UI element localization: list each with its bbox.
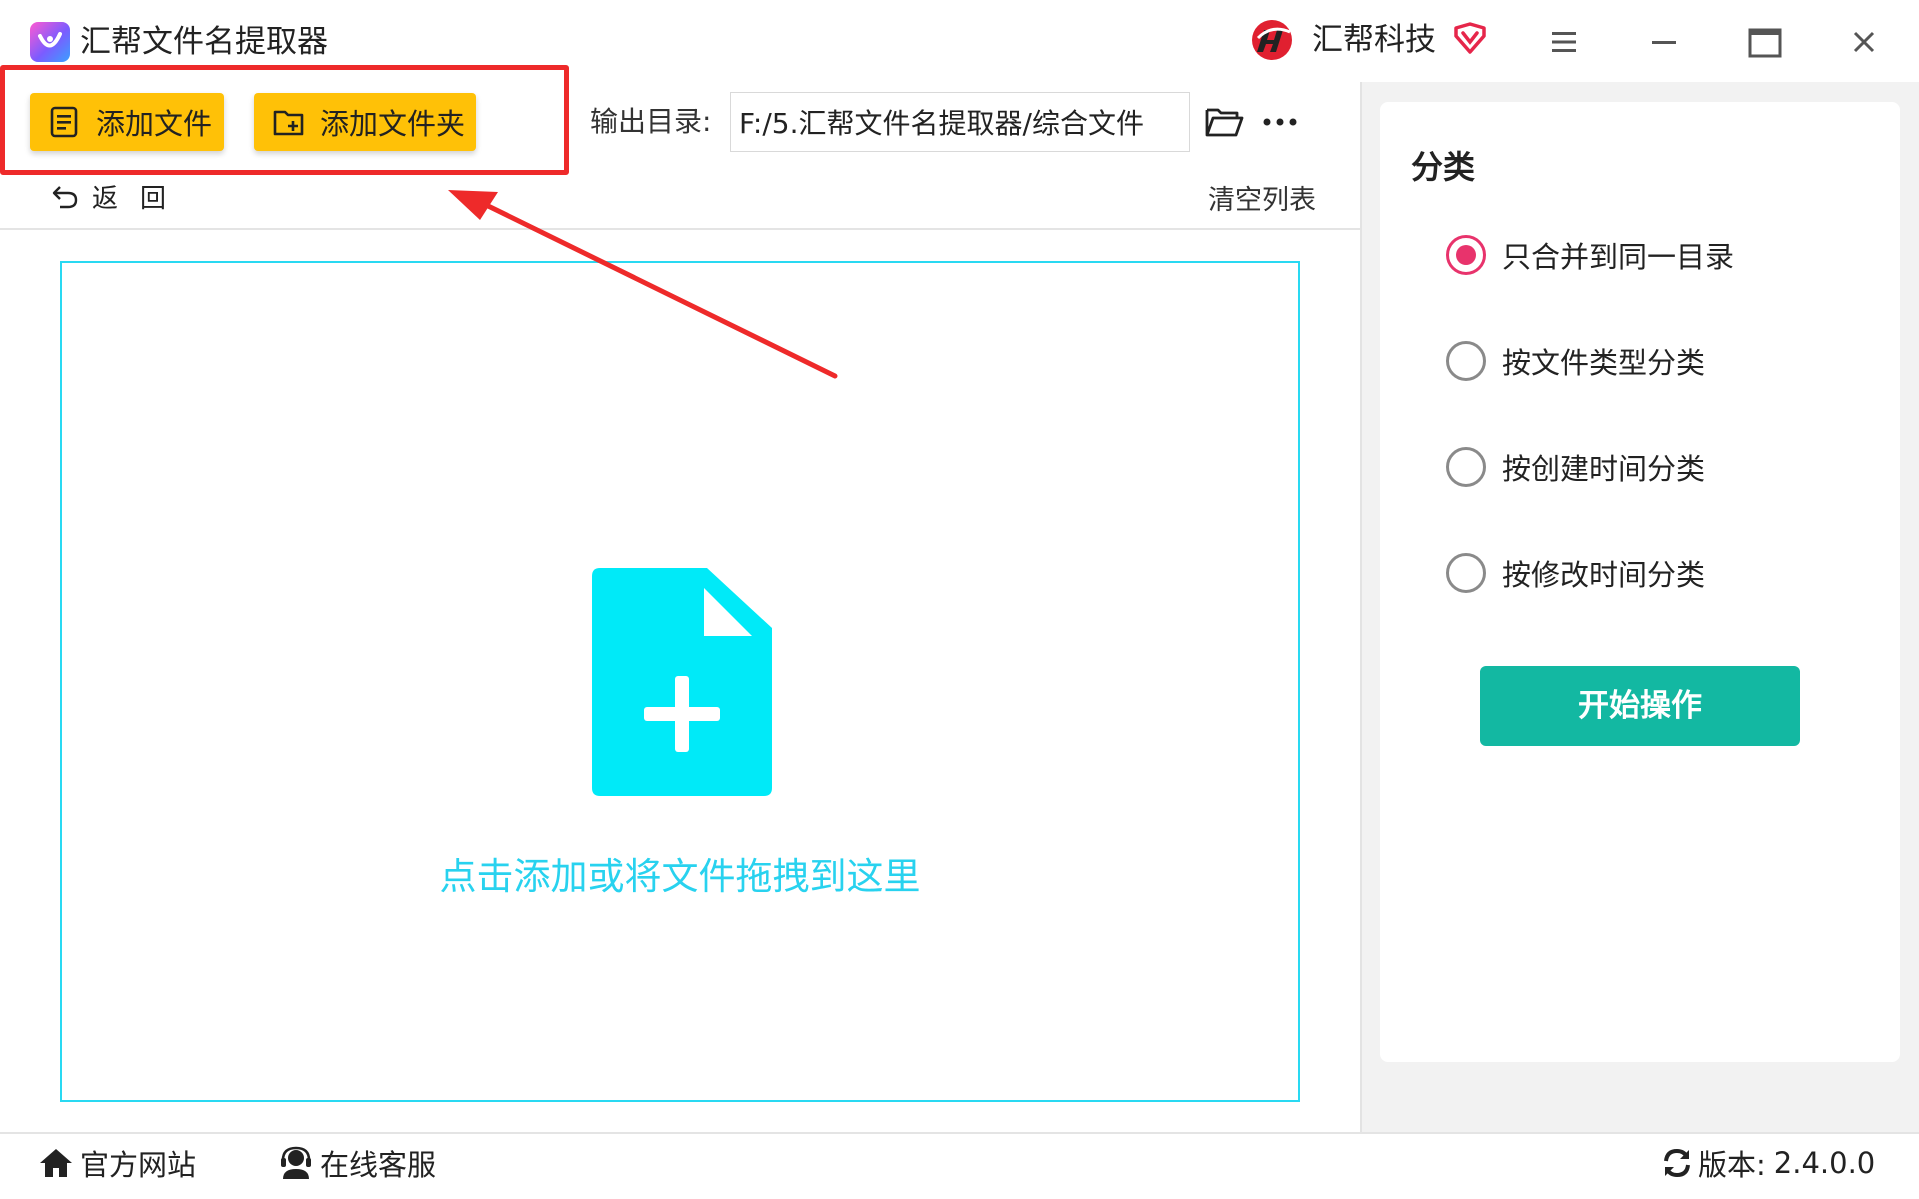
add-folder-button[interactable]: 添加文件夹 [254, 93, 476, 151]
maximize-icon[interactable] [1742, 20, 1786, 64]
add-file-button[interactable]: 添加文件 [30, 93, 224, 151]
version-info: 版本: 2.4.0.0 [1660, 1142, 1875, 1184]
radio-button[interactable] [1446, 553, 1486, 593]
back-label: 返回 [92, 184, 189, 214]
radio-label: 按文件类型分类 [1502, 346, 1706, 380]
file-drop-zone[interactable]: 点击添加或将文件拖拽到这里 [60, 261, 1300, 1102]
drop-zone-hint: 点击添加或将文件拖拽到这里 [439, 855, 921, 898]
online-support-label: 在线客服 [320, 1148, 437, 1182]
close-icon[interactable] [1842, 20, 1886, 64]
official-website-link[interactable]: 官方网站 [38, 1142, 196, 1184]
official-website-label: 官方网站 [80, 1148, 197, 1182]
radio-button[interactable] [1446, 235, 1486, 275]
radio-option-by-modified-time[interactable]: 按修改时间分类 [1446, 552, 1705, 594]
menu-icon[interactable] [1542, 20, 1586, 64]
folder-open-icon[interactable] [1204, 104, 1244, 140]
file-plus-icon [592, 568, 772, 796]
output-directory-label: 输出目录: [590, 105, 712, 138]
minimize-icon[interactable] [1642, 20, 1686, 64]
add-file-icon [50, 106, 78, 138]
version-label: 版本: [1698, 1148, 1766, 1182]
add-folder-label: 添加文件夹 [320, 107, 466, 141]
online-support-link[interactable]: 在线客服 [278, 1142, 436, 1184]
refresh-icon [1664, 1148, 1690, 1178]
more-icon[interactable] [1262, 108, 1298, 136]
brand-logo-icon [1252, 20, 1292, 60]
radio-label: 按修改时间分类 [1502, 558, 1706, 592]
version-number: 2.4.0.0 [1773, 1146, 1876, 1180]
app-title: 汇帮文件名提取器 [80, 24, 328, 60]
vip-heart-icon[interactable] [1452, 20, 1488, 56]
app-logo-icon [30, 22, 70, 62]
output-directory-input[interactable] [730, 92, 1190, 152]
app-window: 汇帮文件名提取器 汇帮科技 添加文件 添加文件夹 输出目录: F:/5.汇帮文件… [0, 0, 1919, 1199]
radio-option-by-created-time[interactable]: 按创建时间分类 [1446, 446, 1705, 488]
brand-name: 汇帮科技 [1312, 22, 1436, 58]
radio-option-by-type[interactable]: 按文件类型分类 [1446, 340, 1705, 382]
radio-button[interactable] [1446, 341, 1486, 381]
home-icon [40, 1149, 72, 1177]
annotation-arrow [448, 190, 838, 379]
add-folder-icon [273, 110, 304, 136]
back-button[interactable]: 返回 [50, 178, 188, 215]
radio-button[interactable] [1446, 447, 1486, 487]
classification-title: 分类 [1411, 148, 1476, 186]
footer: 官方网站 在线客服 版本: 2.4.0.0 [0, 1134, 1919, 1199]
headset-icon [281, 1146, 311, 1179]
radio-label: 按创建时间分类 [1502, 452, 1706, 486]
add-file-label: 添加文件 [96, 107, 213, 141]
clear-list-button[interactable]: 清空列表 [1208, 178, 1316, 217]
radio-option-merge[interactable]: 只合并到同一目录 [1446, 234, 1734, 276]
start-button[interactable]: 开始操作 [1480, 666, 1800, 746]
undo-icon [52, 185, 78, 208]
radio-label: 只合并到同一目录 [1502, 240, 1735, 274]
